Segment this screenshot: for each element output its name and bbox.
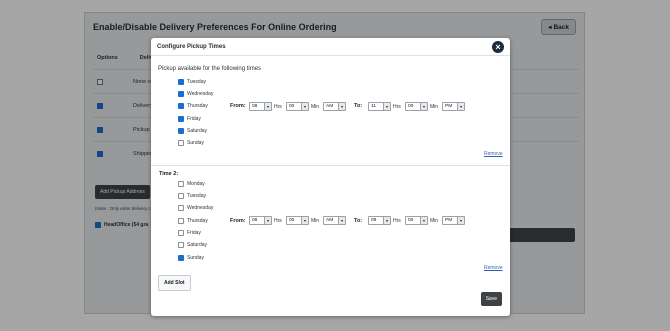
select-value: 11 <box>371 104 376 109</box>
day-label: Tuesday <box>187 79 206 85</box>
day-label: Tuesday <box>187 193 206 199</box>
day-checkbox[interactable] <box>178 230 184 236</box>
caret-down-icon: ▾ <box>457 103 464 110</box>
day-option-sunday[interactable]: Sunday <box>178 140 204 146</box>
day-option-wednesday[interactable]: Wednesday <box>178 91 213 97</box>
day-option-monday[interactable]: Monday <box>178 181 205 187</box>
day-label: Thursday <box>187 103 208 109</box>
hrs-label: Hrs <box>274 218 282 224</box>
caret-down-icon: ▾ <box>383 217 390 224</box>
day-checkbox[interactable] <box>178 181 184 187</box>
caret-down-icon: ▾ <box>420 103 427 110</box>
to-ampm-select[interactable]: PM ▾ <box>442 102 465 111</box>
caret-down-icon: ▾ <box>338 103 345 110</box>
select-value: 09 <box>371 218 377 223</box>
select-value: 00 <box>289 104 295 109</box>
remove-slot-1-link[interactable]: Remove <box>484 151 503 157</box>
day-checkbox[interactable] <box>178 91 184 97</box>
to-hours-select[interactable]: 09 ▾ <box>368 216 391 225</box>
day-label: Saturday <box>187 128 208 134</box>
day-checkbox[interactable] <box>178 79 184 85</box>
day-option-saturday[interactable]: Saturday <box>178 128 207 134</box>
add-slot-button[interactable]: Add Slot <box>158 275 191 291</box>
select-value: 00 <box>408 104 414 109</box>
from-ampm-select[interactable]: AM ▾ <box>323 102 346 111</box>
day-option-thursday[interactable]: Thursday <box>178 103 208 109</box>
day-checkbox[interactable] <box>178 103 184 109</box>
pickup-intro-text: Pickup available for the following times <box>158 66 262 72</box>
day-label: Wednesday <box>187 91 214 97</box>
day-option-thursday[interactable]: Thursday <box>178 218 208 224</box>
to-minutes-select[interactable]: 00 ▾ <box>405 216 428 225</box>
hrs-label: Hrs <box>393 218 401 224</box>
day-label: Saturday <box>187 242 208 248</box>
day-label: Friday <box>187 230 201 236</box>
day-checkbox[interactable] <box>178 116 184 122</box>
caret-down-icon: ▾ <box>338 217 345 224</box>
min-label: Min <box>311 218 320 224</box>
modal-title: Configure Pickup Times <box>157 43 226 50</box>
caret-down-icon: ▾ <box>383 103 390 110</box>
remove-slot-2-link[interactable]: Remove <box>484 265 503 271</box>
day-option-tuesday[interactable]: Tuesday <box>178 193 206 199</box>
day-label: Monday <box>187 181 205 187</box>
day-option-friday[interactable]: Friday <box>178 116 201 122</box>
from-minutes-select[interactable]: 00 ▾ <box>286 216 309 225</box>
select-value: 08 <box>252 104 258 109</box>
hrs-label: Hrs <box>393 104 401 110</box>
day-label: Thursday <box>187 218 208 224</box>
day-label: Wednesday <box>187 205 214 211</box>
select-value: AM <box>326 218 334 223</box>
min-label: Min <box>430 104 439 110</box>
from-hours-select[interactable]: 08 ▾ <box>249 102 272 111</box>
to-label: To: <box>354 103 363 109</box>
select-value: 00 <box>289 218 295 223</box>
day-label: Friday <box>187 116 201 122</box>
min-label: Min <box>430 218 439 224</box>
save-button[interactable]: Save <box>480 292 502 306</box>
modal-header: Configure Pickup Times × <box>151 38 510 56</box>
caret-down-icon: ▾ <box>264 103 271 110</box>
from-label: From: <box>230 103 246 109</box>
hrs-label: Hrs <box>274 104 282 110</box>
day-label: Sunday <box>187 255 204 261</box>
slot-divider <box>151 165 510 166</box>
day-option-friday[interactable]: Friday <box>178 230 201 236</box>
to-label: To: <box>354 218 363 224</box>
day-option-wednesday[interactable]: Wednesday <box>178 205 213 211</box>
day-checkbox[interactable] <box>178 242 184 248</box>
day-label: Sunday <box>187 140 204 146</box>
caret-down-icon: ▾ <box>301 103 308 110</box>
caret-down-icon: ▾ <box>264 217 271 224</box>
caret-down-icon: ▾ <box>457 217 464 224</box>
select-value: 00 <box>408 218 414 223</box>
day-option-sunday[interactable]: Sunday <box>178 255 204 261</box>
select-value: PM <box>445 104 453 109</box>
day-checkbox[interactable] <box>178 193 184 199</box>
from-ampm-select[interactable]: AM ▾ <box>323 216 346 225</box>
select-value: PM <box>445 218 453 223</box>
configure-pickup-times-modal: Configure Pickup Times × Pickup availabl… <box>151 38 510 316</box>
day-checkbox[interactable] <box>178 128 184 134</box>
select-value: 08 <box>252 218 258 223</box>
day-checkbox[interactable] <box>178 205 184 211</box>
from-hours-select[interactable]: 08 ▾ <box>249 216 272 225</box>
day-option-saturday[interactable]: Saturday <box>178 242 207 248</box>
caret-down-icon: ▾ <box>420 217 427 224</box>
from-minutes-select[interactable]: 00 ▾ <box>286 102 309 111</box>
close-icon[interactable]: × <box>492 40 504 53</box>
caret-down-icon: ▾ <box>301 217 308 224</box>
day-option-tuesday[interactable]: Tuesday <box>178 79 206 85</box>
to-minutes-select[interactable]: 00 ▾ <box>405 102 428 111</box>
day-checkbox[interactable] <box>178 218 184 224</box>
time-2-title: Time 2: <box>159 171 179 177</box>
day-checkbox[interactable] <box>178 140 184 146</box>
to-hours-select[interactable]: 11 ▾ <box>368 102 391 111</box>
select-value: AM <box>326 104 334 109</box>
from-label: From: <box>230 218 246 224</box>
day-checkbox[interactable] <box>178 255 184 261</box>
min-label: Min <box>311 104 320 110</box>
to-ampm-select[interactable]: PM ▾ <box>442 216 465 225</box>
